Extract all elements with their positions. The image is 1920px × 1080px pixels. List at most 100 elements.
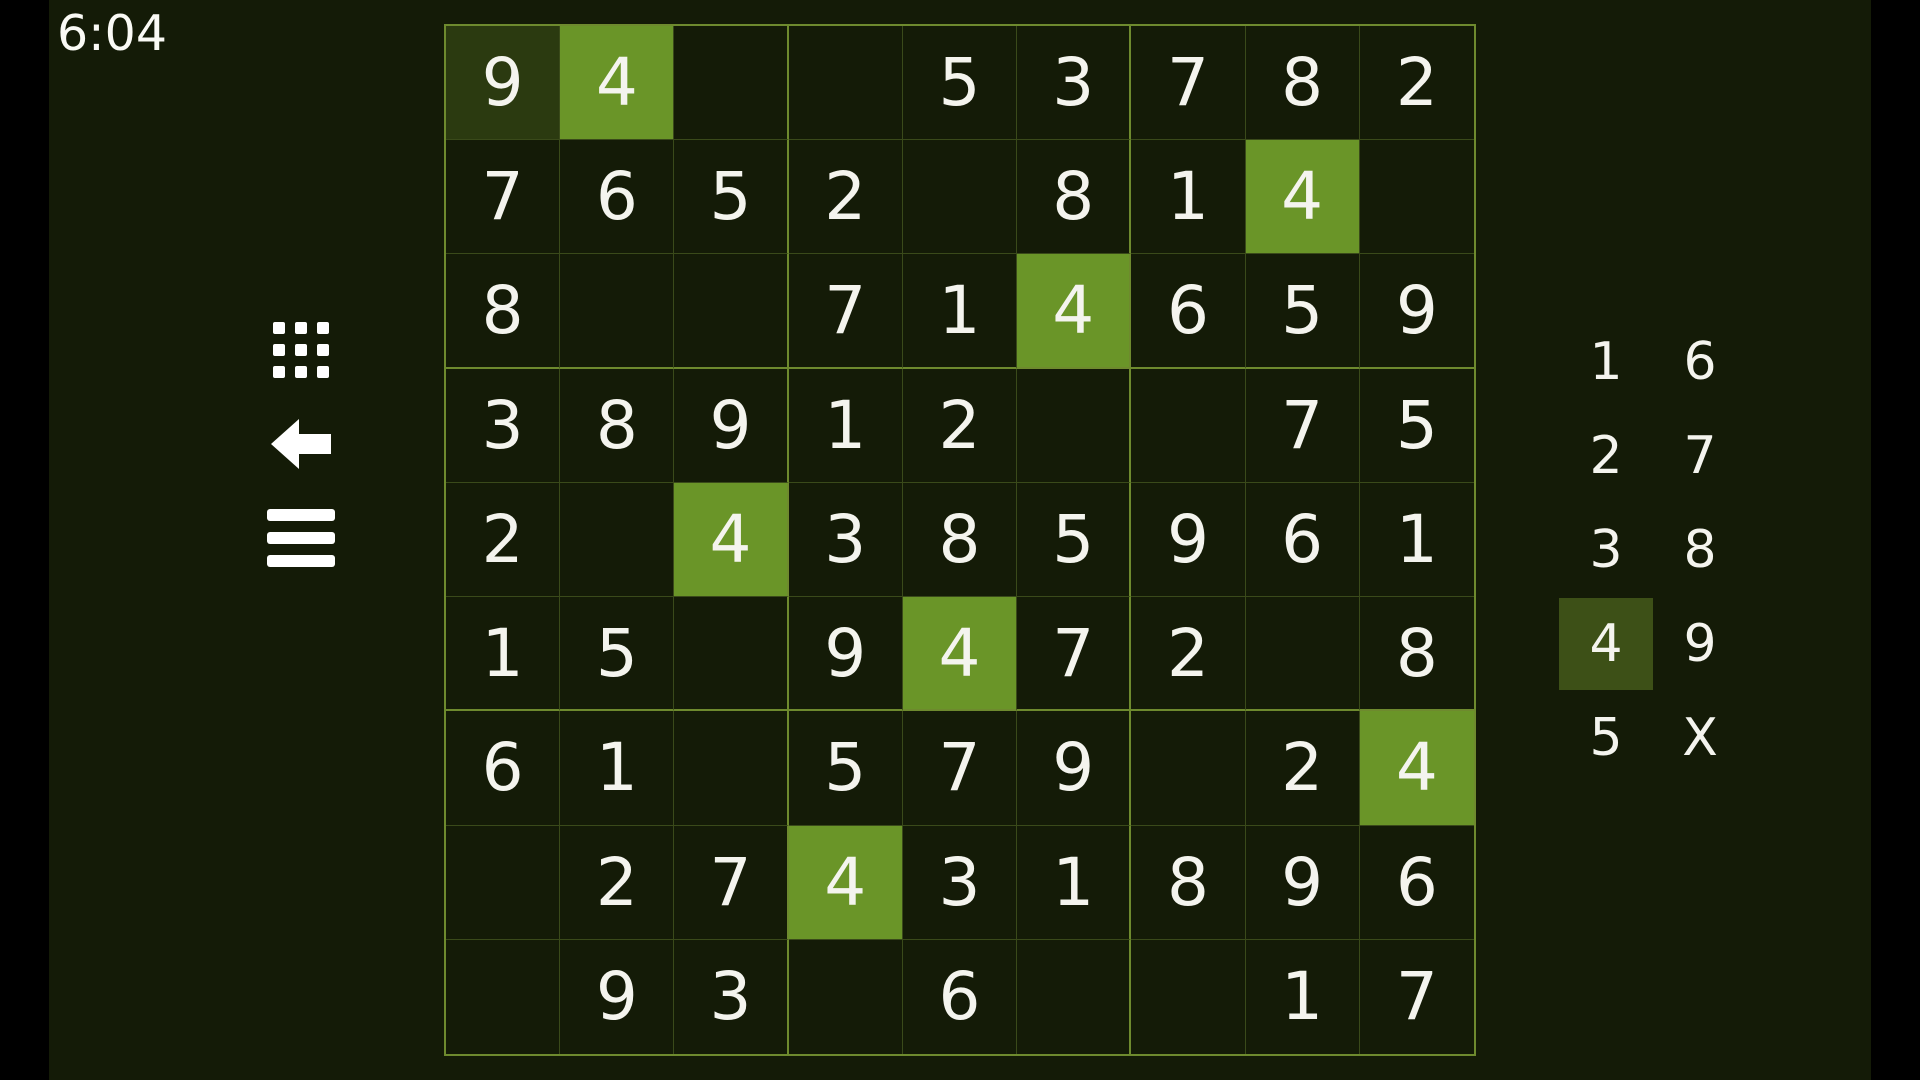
- sudoku-cell[interactable]: [1131, 368, 1246, 483]
- sudoku-cell[interactable]: 5: [1245, 254, 1360, 369]
- sudoku-cell[interactable]: 6: [1245, 482, 1360, 598]
- sudoku-cell[interactable]: 6: [446, 711, 561, 826]
- sudoku-cell[interactable]: [446, 825, 561, 940]
- sudoku-cell[interactable]: 7: [674, 825, 789, 940]
- sudoku-cell[interactable]: [902, 140, 1018, 255]
- sudoku-cell[interactable]: 8: [1245, 26, 1360, 141]
- sudoku-cell[interactable]: [789, 939, 903, 1054]
- sudoku-cell[interactable]: [1017, 368, 1132, 483]
- sudoku-cell[interactable]: [1245, 597, 1360, 712]
- sudoku-cell[interactable]: 7: [902, 711, 1018, 826]
- numpad-key[interactable]: 7: [1653, 410, 1747, 502]
- sudoku-cell[interactable]: 1: [1246, 939, 1360, 1054]
- sudoku-cell[interactable]: 3: [902, 825, 1018, 940]
- sudoku-cell[interactable]: 9: [1245, 825, 1360, 940]
- sudoku-cell[interactable]: 9: [788, 597, 903, 712]
- numpad-key[interactable]: 8: [1653, 504, 1747, 596]
- sudoku-cell[interactable]: 7: [1131, 26, 1246, 141]
- sudoku-cell[interactable]: [674, 597, 789, 712]
- sudoku-cell[interactable]: 9: [446, 26, 561, 141]
- sudoku-cell[interactable]: 2: [1245, 711, 1360, 826]
- sudoku-cell[interactable]: 1: [1359, 483, 1474, 598]
- sudoku-cell[interactable]: 7: [1360, 940, 1474, 1054]
- sudoku-cell[interactable]: 2: [1131, 597, 1246, 712]
- sudoku-cell[interactable]: 1: [446, 597, 561, 712]
- numpad-key[interactable]: 3: [1559, 504, 1653, 596]
- sudoku-cell[interactable]: 5: [788, 711, 903, 826]
- numpad-key[interactable]: 1: [1559, 316, 1653, 408]
- sudoku-cell[interactable]: 3: [674, 939, 789, 1054]
- sudoku-cell[interactable]: 8: [446, 254, 561, 369]
- sudoku-cell[interactable]: 6: [903, 939, 1018, 1054]
- game-screen: 6:04 9 4 5 3 7 8 2 7 6 5 2 8 1 4 8 7 1 4…: [49, 0, 1871, 1080]
- sudoku-cell[interactable]: 2: [1359, 26, 1474, 141]
- sudoku-cell[interactable]: [446, 939, 561, 1054]
- sudoku-cell[interactable]: 4: [902, 597, 1018, 712]
- menu-icon: [267, 507, 335, 573]
- sudoku-cell[interactable]: 8: [902, 482, 1018, 598]
- sudoku-cell[interactable]: 5: [1359, 369, 1474, 483]
- sudoku-cell[interactable]: 1: [788, 368, 903, 483]
- sudoku-grid: 9453782765281487146593891275243859611594…: [444, 24, 1476, 1056]
- numpad-key[interactable]: 6: [1653, 316, 1747, 408]
- timer: 6:04: [57, 5, 168, 62]
- sudoku-cell[interactable]: 7: [788, 254, 903, 369]
- grid-icon: [270, 319, 332, 385]
- sudoku-cell[interactable]: [560, 254, 675, 369]
- sudoku-cell[interactable]: 6: [1359, 826, 1474, 940]
- sudoku-cell[interactable]: 5: [1017, 482, 1132, 598]
- sudoku-cell[interactable]: 3: [446, 368, 561, 483]
- sudoku-cell[interactable]: 4: [1359, 711, 1474, 826]
- sudoku-cell[interactable]: 2: [446, 482, 561, 598]
- sudoku-cell[interactable]: 8: [1017, 140, 1132, 255]
- sudoku-cell[interactable]: 9: [1359, 254, 1474, 369]
- sudoku-cell[interactable]: 1: [1131, 140, 1246, 255]
- numpad-key[interactable]: 2: [1559, 410, 1653, 502]
- sudoku-cell[interactable]: [674, 254, 789, 369]
- sudoku-cell[interactable]: 4: [1245, 140, 1360, 255]
- numpad-key[interactable]: 9: [1653, 598, 1747, 690]
- sudoku-cell[interactable]: [788, 26, 903, 141]
- sudoku-cell[interactable]: 7: [1245, 368, 1360, 483]
- sudoku-cell[interactable]: [1017, 939, 1132, 1054]
- numpad-key[interactable]: 4: [1559, 598, 1653, 690]
- menu-button[interactable]: [261, 504, 341, 576]
- sudoku-cell[interactable]: 5: [560, 597, 675, 712]
- sudoku-cell[interactable]: 7: [1017, 597, 1132, 712]
- sudoku-cell[interactable]: 4: [560, 26, 675, 141]
- sudoku-cell[interactable]: 1: [1017, 825, 1132, 940]
- sudoku-cell[interactable]: [1131, 939, 1246, 1054]
- sudoku-cell[interactable]: 3: [788, 482, 903, 598]
- sudoku-cell[interactable]: 8: [560, 368, 675, 483]
- undo-button[interactable]: [261, 410, 341, 482]
- sudoku-cell[interactable]: 6: [1131, 254, 1246, 369]
- sudoku-cell[interactable]: 4: [1017, 254, 1132, 369]
- sudoku-cell[interactable]: 6: [560, 140, 675, 255]
- sudoku-cell[interactable]: 9: [674, 368, 789, 483]
- sudoku-cell[interactable]: 1: [560, 711, 675, 826]
- sudoku-cell[interactable]: 8: [1131, 825, 1246, 940]
- numpad-key[interactable]: 5: [1559, 692, 1653, 784]
- sudoku-cell[interactable]: 9: [1017, 711, 1132, 826]
- sudoku-cell[interactable]: [674, 711, 789, 826]
- grid-view-button[interactable]: [261, 316, 341, 388]
- sudoku-cell[interactable]: 4: [788, 825, 903, 940]
- sudoku-cell[interactable]: 1: [902, 254, 1018, 369]
- sudoku-cell[interactable]: 9: [1131, 482, 1246, 598]
- sudoku-cell[interactable]: 7: [446, 140, 561, 255]
- sudoku-cell[interactable]: 2: [788, 140, 903, 255]
- sudoku-cell[interactable]: 5: [902, 26, 1018, 141]
- sudoku-cell[interactable]: [674, 26, 789, 141]
- sudoku-cell[interactable]: 4: [674, 482, 789, 598]
- sudoku-cell[interactable]: 8: [1359, 597, 1474, 712]
- sudoku-cell[interactable]: 9: [560, 939, 675, 1054]
- sudoku-cell[interactable]: 2: [560, 825, 675, 940]
- undo-arrow-icon: [269, 417, 333, 475]
- sudoku-cell[interactable]: [1131, 711, 1246, 826]
- sudoku-cell[interactable]: 2: [902, 368, 1018, 483]
- sudoku-cell[interactable]: 3: [1017, 26, 1132, 141]
- sudoku-cell[interactable]: [1359, 140, 1474, 255]
- sudoku-cell[interactable]: [560, 482, 675, 598]
- sudoku-cell[interactable]: 5: [674, 140, 789, 255]
- numpad-clear-key[interactable]: X: [1653, 692, 1747, 784]
